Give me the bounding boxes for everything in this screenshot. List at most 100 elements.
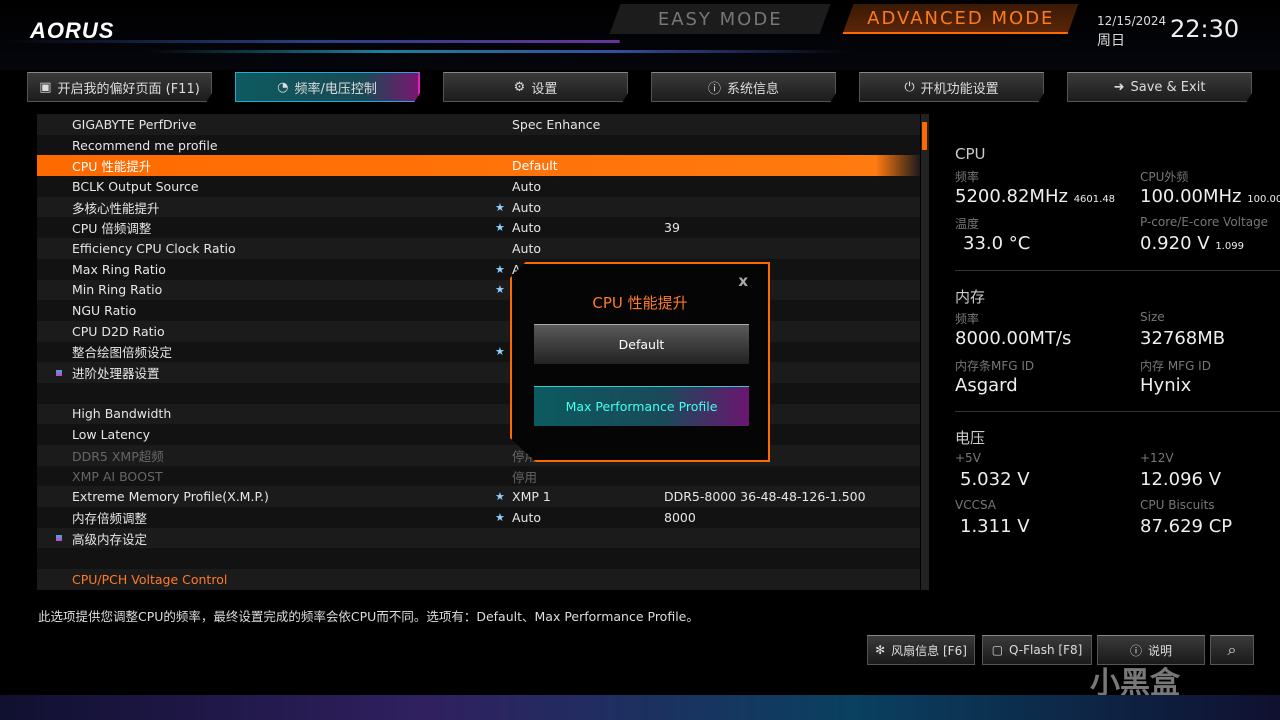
star-icon: ★ xyxy=(495,200,505,214)
submenu-icon xyxy=(56,535,62,542)
setting-label: DDR5 XMP超频 xyxy=(72,448,164,464)
vccsa-label: VCCSA xyxy=(955,498,997,512)
setting-row[interactable]: Extreme Memory Profile(X.M.P.) ★ XMP 1 DDR5… xyxy=(37,486,920,508)
biscuits: 87.629 CP xyxy=(1140,516,1233,537)
exit-icon: ➜ xyxy=(1113,79,1125,95)
star-icon: ★ xyxy=(495,262,505,276)
setting-value[interactable]: Spec Enhance xyxy=(512,117,600,132)
help-text: 此选项提供您调整CPU的频率，最终设置完成的频率会依CPU而不同。选项有：Def… xyxy=(38,609,699,624)
setting-row[interactable]: DDR5 XMP超频 停用 xyxy=(37,445,920,466)
setting-value[interactable]: Auto xyxy=(512,220,541,235)
clock: 22:30 xyxy=(1170,15,1240,43)
voltage-title: 电压 xyxy=(955,429,986,447)
setting-label: CPU 倍频调整 xyxy=(72,221,152,237)
setting-row[interactable]: XMP AI BOOST 停用 xyxy=(37,465,920,487)
setting-row[interactable]: NGU Ratio xyxy=(37,300,920,321)
cpu-temp: 33.0 °C xyxy=(963,233,1031,254)
option-max-performance[interactable]: Max Performance Profile xyxy=(534,386,749,426)
temp-label: 温度 xyxy=(955,217,980,231)
easy-mode-button[interactable]: EASY MODE xyxy=(609,4,831,34)
aorus-logo: AORUS xyxy=(30,18,115,43)
vcore: 0.920 V xyxy=(1140,233,1210,254)
setting-current: 39 xyxy=(664,220,680,236)
setting-value[interactable]: Default xyxy=(512,158,558,173)
setting-row[interactable]: CPU 倍频调整 ★ Auto 39 xyxy=(37,217,920,239)
tab-system-info[interactable]: ⓘ 系统信息 xyxy=(651,72,836,102)
setting-row[interactable]: GIGABYTE PerfDrive Spec Enhance xyxy=(37,114,920,135)
chip-icon: ▢ xyxy=(991,643,1004,657)
search-icon: ⌕ xyxy=(1227,640,1237,659)
setting-row[interactable]: CPU 性能提升 Default xyxy=(37,155,920,177)
v5: 5.032 V xyxy=(960,469,1030,490)
setting-value[interactable]: 停用 xyxy=(512,467,537,486)
setting-label: GIGABYTE PerfDrive xyxy=(72,116,197,132)
setting-label: Extreme Memory Profile(X.M.P.) xyxy=(72,489,269,505)
mem-chip: Hynix xyxy=(1140,375,1192,396)
biscuits-label: CPU Biscuits xyxy=(1140,498,1215,512)
mem-chip-label: 内存 MFG ID xyxy=(1140,359,1211,373)
setting-label: 高级内存设定 xyxy=(72,531,148,547)
memory-panel: 内存 频率 8000.00MT/s Size 32768MB 内存条MFG ID… xyxy=(955,286,1275,416)
help-label: 说明 xyxy=(1148,643,1173,658)
v12-label: +12V xyxy=(1140,451,1174,465)
decor-streak xyxy=(150,50,850,53)
advanced-mode-button[interactable]: ADVANCED MODE xyxy=(842,4,1079,34)
vccsa: 1.311 V xyxy=(960,516,1030,537)
setting-label: Recommend me profile xyxy=(72,137,218,153)
setting-value[interactable]: Auto xyxy=(512,200,541,215)
v12: 12.096 V xyxy=(1140,469,1222,490)
star-page-icon: ▣ xyxy=(39,79,52,95)
option-default[interactable]: Default xyxy=(534,324,749,364)
mem-size-label: Size xyxy=(1140,310,1165,324)
setting-row[interactable]: 进阶处理器设置 xyxy=(37,362,920,383)
divider xyxy=(955,411,1280,412)
question-icon: ⓘ xyxy=(1129,643,1142,658)
tab-boot[interactable]: ⏻ 开机功能设置 xyxy=(859,72,1044,102)
scrollbar[interactable] xyxy=(921,114,929,590)
setting-row[interactable] xyxy=(37,382,920,404)
tab-label: Save & Exit xyxy=(1130,79,1206,95)
setting-row[interactable]: 内存倍频调整 ★ Auto 8000 xyxy=(37,507,920,528)
setting-current: DDR5-8000 36-48-48-126-1.500 xyxy=(664,489,866,505)
setting-row[interactable] xyxy=(37,548,920,570)
qflash-button[interactable]: ▢ Q-Flash [F8] xyxy=(982,635,1092,665)
setting-row[interactable]: Low Latency xyxy=(37,424,920,445)
tab-favorites[interactable]: ▣ 开启我的偏好页面 (F11) xyxy=(27,72,212,102)
setting-row[interactable]: Max Ring Ratio★Auto xyxy=(37,258,920,280)
setting-label: Max Ring Ratio xyxy=(72,261,166,277)
tab-frequency-voltage[interactable]: ◔ 频率/电压控制 xyxy=(235,72,420,102)
setting-row[interactable]: 整合绘图倍频设定 ★ xyxy=(37,341,920,363)
setting-row[interactable]: CPU D2D Ratio xyxy=(37,320,920,342)
setting-value[interactable]: Auto xyxy=(512,241,541,256)
setting-label: NGU Ratio xyxy=(72,303,137,319)
search-button[interactable]: ⌕ xyxy=(1210,635,1254,665)
setting-label: Min Ring Ratio xyxy=(72,282,163,298)
setting-row[interactable]: High Bandwidth xyxy=(37,403,920,425)
setting-label: BCLK Output Source xyxy=(72,178,199,194)
scrollbar-thumb[interactable] xyxy=(922,122,927,150)
setting-row[interactable]: Recommend me profile xyxy=(37,134,920,156)
tab-label: 设置 xyxy=(531,81,558,97)
tab-settings[interactable]: ⚙ 设置 xyxy=(443,72,628,102)
close-icon[interactable]: x xyxy=(738,272,748,290)
tab-save-exit[interactable]: ➜ Save & Exit xyxy=(1067,72,1252,102)
setting-row[interactable]: CPU/PCH Voltage Control xyxy=(37,569,920,590)
setting-row[interactable]: Efficiency CPU Clock Ratio Auto xyxy=(37,238,920,259)
setting-row[interactable]: BCLK Output Source Auto xyxy=(37,176,920,197)
fan-info-button[interactable]: ✻ 风扇信息 [F6] xyxy=(867,635,975,665)
setting-value[interactable]: XMP 1 xyxy=(512,489,551,504)
setting-label: 整合绘图倍频设定 xyxy=(72,345,173,361)
settings-list: GIGABYTE PerfDrive Spec Enhance Recommend … xyxy=(37,114,920,590)
star-icon: ★ xyxy=(495,221,505,235)
cpu-freq: 5200.82MHz xyxy=(955,186,1068,207)
setting-row[interactable]: Min Ring Ratio ★ xyxy=(37,279,920,301)
setting-value[interactable]: Auto xyxy=(512,510,541,525)
star-icon: ★ xyxy=(495,510,505,524)
gauge-icon: ◔ xyxy=(277,79,289,95)
setting-row[interactable]: 高级内存设定 xyxy=(37,527,920,549)
mem-freq-label: 频率 xyxy=(955,312,980,326)
fan-label: 风扇信息 [F6] xyxy=(891,643,967,658)
footer-decoration xyxy=(0,695,1280,720)
setting-row[interactable]: 多核心性能提升 ★ Auto xyxy=(37,196,920,218)
setting-value[interactable]: Auto xyxy=(512,179,541,194)
